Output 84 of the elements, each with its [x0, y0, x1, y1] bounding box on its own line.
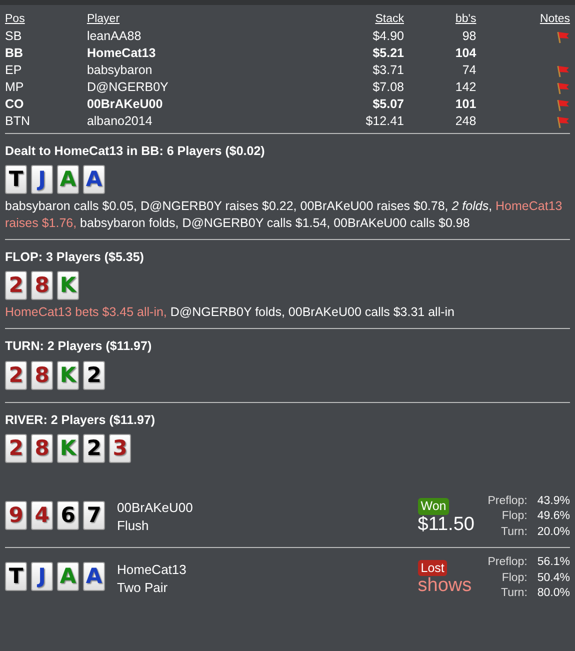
equity-value: 49.6%: [537, 509, 570, 524]
table-cell: BB: [5, 46, 24, 60]
playing-card: 8: [31, 434, 53, 463]
table-cell: 248: [455, 114, 476, 128]
result-badge: Won: [418, 498, 450, 515]
street-title: RIVER: 2 Players ($11.97): [5, 412, 156, 428]
flag-icon[interactable]: [556, 115, 570, 130]
playing-card: J: [31, 165, 53, 194]
playing-card: K: [57, 434, 79, 463]
table-cell: 74: [462, 63, 476, 78]
playing-card: 7: [83, 500, 105, 530]
playing-card: T: [5, 562, 27, 592]
playing-card: 8: [31, 271, 53, 300]
player-name: HomeCat13: [117, 561, 188, 579]
table-cell: $5.07: [372, 97, 404, 112]
table-cell: $4.90: [372, 29, 404, 44]
equity-label: Turn:: [500, 586, 528, 602]
equity-value: 80.0%: [537, 586, 570, 602]
flag-icon[interactable]: [556, 64, 570, 78]
playing-card: A: [83, 165, 105, 194]
table-cell: $5.21: [372, 46, 404, 60]
table-cell: $3.71: [372, 63, 404, 78]
column-header: Stack: [375, 13, 404, 26]
playing-card: 3: [109, 434, 131, 463]
playing-card: A: [83, 562, 105, 592]
hand-name: Two Pair: [117, 578, 169, 596]
table-cell: 98: [462, 29, 476, 44]
table-cell: babsybaron: [86, 63, 152, 78]
playing-card: 2: [5, 434, 27, 463]
table-cell: SB: [5, 29, 22, 44]
playing-card: 2: [5, 360, 27, 390]
playing-card: 8: [31, 360, 53, 390]
playing-card: A: [57, 562, 79, 592]
column-header: bb's: [455, 13, 476, 26]
equity-label: Preflop:: [488, 494, 528, 509]
table-cell: CO: [5, 97, 24, 112]
playing-card: J: [31, 562, 53, 592]
street-title: FLOP: 3 Players ($5.35): [5, 248, 144, 265]
equity-value: 50.4%: [537, 570, 570, 586]
flag-icon[interactable]: [556, 81, 570, 96]
equity-value: 56.1%: [537, 555, 570, 570]
playing-card: A: [57, 165, 79, 194]
table-cell: $12.41: [366, 114, 404, 128]
street-title: TURN: 2 Players ($11.97): [5, 338, 152, 354]
equity-label: Preflop:: [488, 555, 528, 570]
flag-icon[interactable]: [556, 30, 570, 44]
equity-value: 20.0%: [537, 524, 570, 540]
table-cell: leanAA88: [86, 29, 142, 44]
equity-label: Flop:: [500, 509, 528, 524]
table-cell: 00BrAKeU00: [86, 97, 163, 112]
table-cell: albano2014: [86, 114, 152, 128]
result-amount: $11.50: [418, 514, 476, 536]
playing-card: T: [5, 165, 27, 194]
result-amount: shows: [418, 576, 473, 598]
table-cell: HomeCat13: [86, 46, 156, 60]
playing-card: 6: [57, 500, 79, 530]
playing-card: 4: [31, 500, 53, 530]
playing-card: 2: [83, 434, 105, 463]
street-title: Dealt to HomeCat13 in BB: 6 Players ($0.02): [5, 143, 265, 160]
table-cell: EP: [5, 63, 22, 78]
equity-label: Turn:: [500, 524, 528, 540]
playing-card: 9: [5, 500, 27, 530]
table-cell: MP: [5, 80, 24, 94]
equity-label: Flop:: [500, 570, 528, 586]
player-name: 00BrAKeU00: [117, 499, 194, 518]
action-text: babsybaron calls $0.05, D@NGERB0Y raises $0.22, 00BrAKeU00 raises $0.78, 2 folds, HomeCat13 raises $1.76, babsybaron folds, D@NGERB0Y calls $1.54, 00BrAKeU00 calls $0.98: [5, 198, 564, 231]
flag-icon[interactable]: [556, 98, 570, 112]
column-header: Player: [86, 13, 120, 26]
equity-value: 43.9%: [537, 494, 570, 509]
action-text: HomeCat13 bets $3.45 all-in, D@NGERB0Y folds, 00BrAKeU00 calls $3.31 all-in: [5, 304, 456, 320]
column-header: Notes: [540, 13, 570, 26]
table-cell: $7.08: [372, 80, 404, 94]
playing-card: 2: [83, 360, 105, 390]
playing-card: K: [57, 271, 79, 300]
table-cell: 142: [455, 80, 476, 94]
hand-name: Flush: [117, 517, 150, 535]
table-cell: 104: [455, 46, 476, 60]
table-cell: 101: [455, 97, 476, 112]
playing-card: K: [57, 360, 79, 390]
table-cell: D@NGERB0Y: [86, 80, 168, 94]
playing-card: 2: [5, 271, 27, 300]
column-header: Pos: [5, 13, 25, 26]
table-cell: BTN: [5, 114, 30, 128]
result-badge: Lost: [418, 560, 448, 576]
